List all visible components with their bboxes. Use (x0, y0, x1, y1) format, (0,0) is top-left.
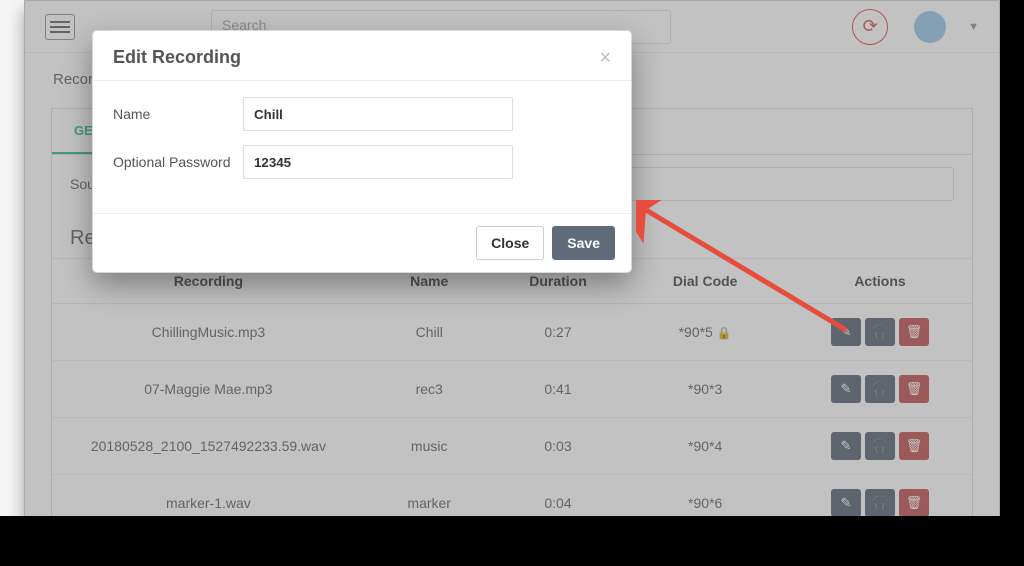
trash-icon: 🗑 (906, 381, 923, 397)
listen-button[interactable]: 🎧 (865, 375, 895, 403)
edit-button[interactable]: ✎ (831, 489, 861, 517)
edit-button[interactable]: ✎ (831, 318, 861, 346)
trash-icon: 🗑 (906, 438, 923, 454)
name-input[interactable] (243, 97, 513, 131)
refresh-icon: ⟳ (863, 16, 878, 37)
cell-name: marker (365, 475, 494, 519)
listen-button[interactable]: 🎧 (865, 432, 895, 460)
cell-recording: 20180528_2100_1527492233.59.wav (52, 418, 365, 475)
edit-button[interactable]: ✎ (831, 432, 861, 460)
table-row: ChillingMusic.mp3 Chill 0:27 *90*5🔒 ✎ 🎧 … (52, 304, 972, 361)
pencil-icon: ✎ (841, 438, 852, 454)
headphones-icon: 🎧 (872, 324, 888, 340)
pencil-icon: ✎ (841, 324, 852, 340)
cell-dialcode: *90*6 (622, 475, 788, 519)
screenshot-border (0, 516, 1024, 566)
delete-button[interactable]: 🗑 (899, 432, 929, 460)
col-actions: Actions (788, 259, 972, 304)
cell-dialcode: *90*5🔒 (622, 304, 788, 361)
cell-dialcode: *90*3 (622, 361, 788, 418)
cell-recording: marker-1.wav (52, 475, 365, 519)
user-menu-caret-icon[interactable]: ▼ (968, 21, 979, 33)
save-button[interactable]: Save (552, 226, 615, 260)
close-button[interactable]: Close (476, 226, 544, 260)
listen-button[interactable]: 🎧 (865, 318, 895, 346)
name-label: Name (113, 106, 243, 122)
delete-button[interactable]: 🗑 (899, 375, 929, 403)
headphones-icon: 🎧 (872, 438, 888, 454)
close-icon[interactable]: × (599, 48, 611, 68)
cell-recording: 07-Maggie Mae.mp3 (52, 361, 365, 418)
cell-duration: 0:27 (494, 304, 623, 361)
cell-duration: 0:03 (494, 418, 623, 475)
menu-icon[interactable] (45, 14, 75, 40)
listen-button[interactable]: 🎧 (865, 489, 895, 517)
cell-name: Chill (365, 304, 494, 361)
headphones-icon: 🎧 (872, 381, 888, 397)
table-row: 07-Maggie Mae.mp3 rec3 0:41 *90*3 ✎ 🎧 🗑 (52, 361, 972, 418)
pencil-icon: ✎ (841, 381, 852, 397)
lock-icon: 🔒 (717, 326, 732, 340)
recordings-table: Recording Name Duration Dial Code Action… (52, 258, 972, 518)
password-input[interactable] (243, 145, 513, 179)
cell-duration: 0:41 (494, 361, 623, 418)
trash-icon: 🗑 (906, 324, 923, 340)
pencil-icon: ✎ (841, 495, 852, 511)
password-label: Optional Password (113, 154, 243, 170)
cell-recording: ChillingMusic.mp3 (52, 304, 365, 361)
screenshot-border (1000, 0, 1024, 566)
delete-button[interactable]: 🗑 (899, 489, 929, 517)
trash-icon: 🗑 (906, 495, 923, 511)
edit-button[interactable]: ✎ (831, 375, 861, 403)
modal-title: Edit Recording (113, 47, 599, 68)
delete-button[interactable]: 🗑 (899, 318, 929, 346)
cell-name: rec3 (365, 361, 494, 418)
edit-recording-modal: Edit Recording × Name Optional Password … (92, 30, 632, 273)
cell-duration: 0:04 (494, 475, 623, 519)
table-row: 20180528_2100_1527492233.59.wav music 0:… (52, 418, 972, 475)
col-dialcode: Dial Code (622, 259, 788, 304)
cell-dialcode: *90*4 (622, 418, 788, 475)
headphones-icon: 🎧 (872, 495, 888, 511)
refresh-button[interactable]: ⟳ (852, 9, 888, 45)
avatar[interactable] (914, 11, 946, 43)
table-row: marker-1.wav marker 0:04 *90*6 ✎ 🎧 🗑 (52, 475, 972, 519)
cell-name: music (365, 418, 494, 475)
